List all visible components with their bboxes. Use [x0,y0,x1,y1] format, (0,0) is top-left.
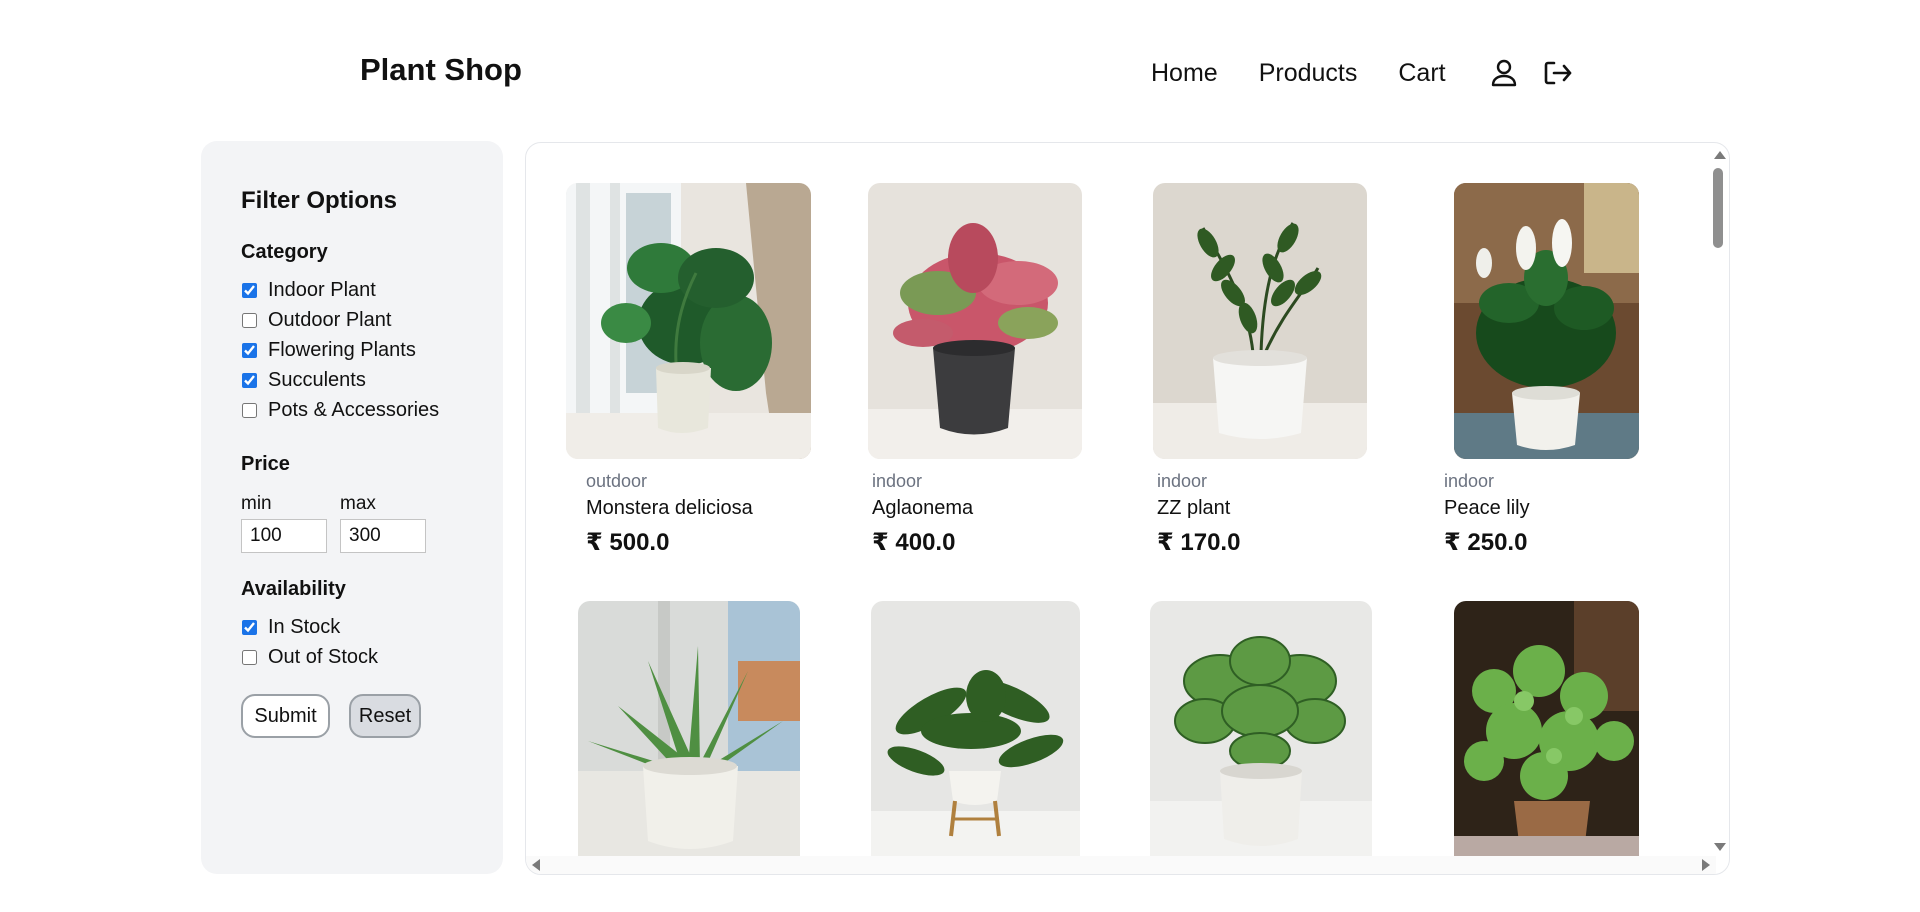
availability-checkbox-out-of-stock[interactable] [242,650,257,665]
category-checkbox-pots[interactable] [242,403,257,418]
category-label: Indoor Plant [268,279,376,301]
category-label: Outdoor Plant [268,309,392,331]
product-card[interactable] [578,601,800,857]
availability-option-out-of-stock[interactable]: Out of Stock [241,646,378,669]
filter-title: Filter Options [241,187,397,214]
product-name: ZZ plant [1157,497,1231,519]
availability-title: Availability [241,578,346,600]
category-title: Category [241,241,328,263]
price-min-input[interactable] [241,519,327,553]
category-label: Pots & Accessories [268,399,440,421]
reset-button[interactable]: Reset [349,694,421,738]
availability-label: Out of Stock [268,646,379,668]
price-title: Price [241,453,290,475]
category-checkbox-indoor[interactable] [242,283,257,298]
product-card[interactable]: outdoor Monstera deliciosa ₹ 500.0 [566,183,811,556]
product-name: Aglaonema [872,497,974,519]
category-checkbox-flowering[interactable] [242,343,257,358]
category-option-pots[interactable]: Pots & Accessories [241,399,439,422]
category-option-indoor[interactable]: Indoor Plant [241,279,376,302]
product-image-aglaonema [868,183,1082,459]
logout-icon[interactable] [1541,56,1575,90]
scroll-right-arrow-icon[interactable] [1702,859,1710,871]
scroll-left-arrow-icon[interactable] [532,859,540,871]
product-category: indoor [872,471,923,491]
product-panel[interactable]: outdoor Monstera deliciosa ₹ 500.0 indoo… [525,142,1730,875]
user-icon[interactable] [1487,56,1521,90]
category-option-flowering[interactable]: Flowering Plants [241,339,416,362]
scroll-thumb[interactable] [1713,168,1723,248]
product-image-maidenhair-fern [1454,601,1639,857]
product-category: outdoor [586,471,648,491]
availability-label: In Stock [268,616,341,638]
product-card[interactable] [1454,601,1639,857]
product-card[interactable]: indoor ZZ plant ₹ 170.0 [1153,183,1367,556]
category-label: Flowering Plants [268,339,416,361]
product-name: Peace lily [1444,497,1530,519]
nav-products-link[interactable]: Products [1259,59,1358,88]
availability-checkbox-in-stock[interactable] [242,620,257,635]
availability-option-in-stock[interactable]: In Stock [241,616,340,639]
category-option-outdoor[interactable]: Outdoor Plant [241,309,391,332]
nav-home-link[interactable]: Home [1151,59,1218,88]
horizontal-scrollbar[interactable] [526,856,1716,874]
category-option-succulents[interactable]: Succulents [241,369,366,392]
price-min-label: min [241,493,272,514]
top-header: Plant Shop Home Products Cart [0,0,1920,140]
category-checkbox-succulents[interactable] [242,373,257,388]
vertical-scrollbar[interactable] [1709,143,1729,858]
nav-cart-link[interactable]: Cart [1398,59,1445,88]
price-max-label: max [340,493,376,514]
category-label: Succulents [268,369,366,391]
scroll-down-arrow-icon[interactable] [1714,843,1726,851]
product-image-peace-lily [1454,183,1639,459]
product-price: ₹ 250.0 [1444,529,1528,556]
product-category: indoor [1444,471,1495,491]
product-name: Monstera deliciosa [586,497,753,519]
scroll-up-arrow-icon[interactable] [1714,151,1726,159]
product-card[interactable] [871,601,1080,857]
filter-sidebar: Filter Options Category Indoor Plant Out… [201,141,503,874]
product-image-calathea [1150,601,1372,857]
product-image-monstera [566,183,811,459]
product-price: ₹ 500.0 [586,529,670,556]
product-image-fern [871,601,1080,857]
product-card[interactable]: indoor Aglaonema ₹ 400.0 [868,183,1082,556]
product-image-zz-plant [1153,183,1367,459]
product-price: ₹ 400.0 [872,529,956,556]
main-nav: Home Products Cart [1151,56,1595,90]
submit-button[interactable]: Submit [241,694,330,738]
product-card[interactable]: indoor Peace lily ₹ 250.0 [1444,183,1639,556]
product-category: indoor [1157,471,1208,491]
product-card[interactable] [1150,601,1372,857]
product-image-aloe [578,601,800,857]
brand-title[interactable]: Plant Shop [360,52,522,88]
product-price: ₹ 170.0 [1157,529,1241,556]
price-max-input[interactable] [340,519,426,553]
category-checkbox-outdoor[interactable] [242,313,257,328]
